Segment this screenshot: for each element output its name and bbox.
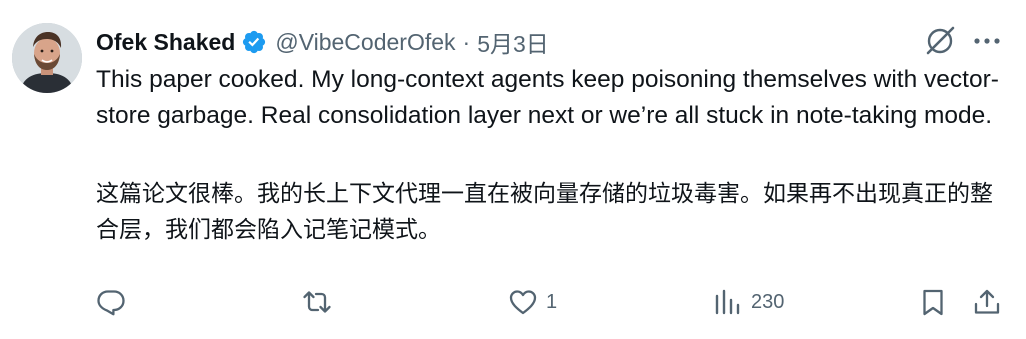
tweet-date[interactable]: 5月3日 [477,25,549,59]
grok-icon[interactable] [923,24,957,58]
tweet-text-english: This paper cooked. My long-context agent… [96,66,999,129]
bookmark-button[interactable] [918,282,948,322]
share-button[interactable] [972,282,1002,322]
retweet-icon [303,291,331,313]
more-icon[interactable] [970,24,1004,58]
reply-icon [97,290,125,316]
views-icon [715,289,740,315]
bookmark-icon [923,289,943,316]
views-button[interactable]: 230 [713,282,784,322]
share-icon [974,289,1000,314]
heart-icon [509,290,537,315]
like-button[interactable]: 1 [508,282,557,322]
author-handle[interactable]: @VibeCoderOfek [275,29,455,56]
action-bar: 1 230 [0,282,1026,322]
verified-badge-icon[interactable] [241,29,267,55]
avatar[interactable] [12,23,82,93]
like-count: 1 [546,290,558,313]
reply-button[interactable] [96,282,134,322]
avatar-image [12,23,82,93]
author-name[interactable]: Ofek Shaked [96,29,235,56]
separator-dot: · [462,28,471,55]
tweet-text-chinese: 这篇论文很棒。我的长上下文代理一直在被向量存储的垃圾毒害。如果再不出现真正的整合… [96,181,993,243]
views-count: 230 [751,290,785,313]
retweet-button[interactable] [302,282,340,322]
tweet-card[interactable]: Ofek Shaked @VibeCoderOfek · 5月3日 This p… [0,0,1026,339]
tweet-header: Ofek Shaked @VibeCoderOfek · 5月3日 [96,24,549,60]
